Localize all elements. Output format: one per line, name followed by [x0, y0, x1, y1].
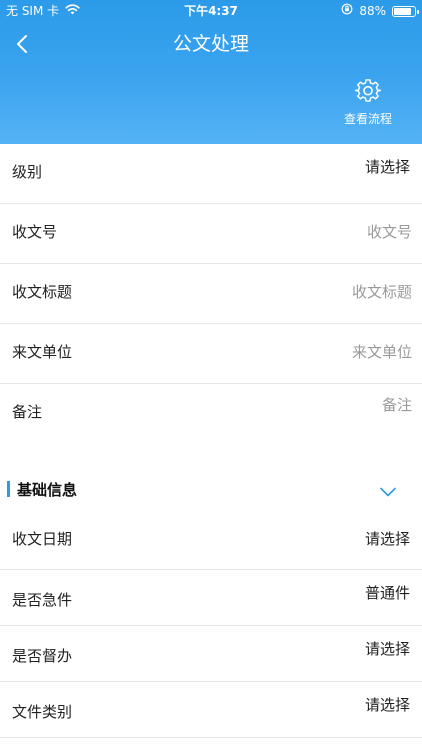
file-category-row[interactable]: 文件类别 请选择: [0, 682, 422, 738]
sender-unit-row: 来文单位 来文单位: [0, 324, 422, 384]
basic-info-title: 基础信息: [17, 481, 78, 499]
supervise-label: 是否督办: [12, 647, 73, 665]
section-gap: [0, 456, 422, 466]
receive-date-select[interactable]: 请选择: [365, 528, 410, 549]
urgent-label: 是否急件: [12, 591, 73, 609]
basic-info-header[interactable]: 基础信息: [0, 466, 422, 514]
document-form: 级别 请选择 收文号 收文号 收文标题 收文标题 来文单位 来文单位 备注 备注…: [0, 144, 422, 738]
doc-number-row: 收文号 收文号: [0, 204, 422, 264]
remark-input[interactable]: 备注: [382, 394, 412, 415]
receive-date-row[interactable]: 收文日期 请选择: [0, 514, 422, 570]
navigation-bar: 公文处理: [0, 22, 422, 66]
battery-text: 88%: [359, 4, 386, 18]
receive-date-label: 收文日期: [12, 530, 73, 548]
file-category-label: 文件类别: [12, 703, 73, 721]
remark-row: 备注 备注: [0, 384, 422, 456]
supervise-row[interactable]: 是否督办 请选择: [0, 626, 422, 682]
supervise-select[interactable]: 请选择: [365, 638, 410, 659]
level-row[interactable]: 级别 请选择: [0, 144, 422, 204]
status-bar: 无 SIM 卡 下午4:37 88%: [0, 0, 422, 22]
status-right: 88%: [341, 0, 419, 22]
remark-label: 备注: [12, 403, 43, 421]
doc-number-label: 收文号: [12, 223, 58, 241]
urgent-row[interactable]: 是否急件 普通件: [0, 570, 422, 626]
sender-unit-input[interactable]: 来文单位: [352, 324, 412, 380]
view-flow-label: 查看流程: [343, 112, 392, 126]
battery-icon: [392, 5, 419, 17]
level-label: 级别: [12, 163, 43, 181]
sender-unit-label: 来文单位: [12, 343, 73, 361]
urgent-select[interactable]: 普通件: [365, 582, 410, 603]
orientation-lock-icon: [341, 0, 353, 22]
chevron-down-icon[interactable]: [380, 482, 396, 501]
doc-number-input[interactable]: 收文号: [367, 204, 412, 260]
doc-title-input[interactable]: 收文标题: [352, 264, 412, 320]
view-flow-button[interactable]: 查看流程: [340, 78, 396, 127]
section-accent-bar: [7, 481, 10, 497]
page-title: 公文处理: [172, 33, 249, 55]
level-select[interactable]: 请选择: [365, 156, 410, 177]
gear-icon: [355, 79, 381, 102]
doc-title-row: 收文标题 收文标题: [0, 264, 422, 324]
file-category-select[interactable]: 请选择: [365, 694, 410, 715]
battery-fill: [394, 7, 411, 15]
header: 无 SIM 卡 下午4:37 88% 公文处理 查看流程: [0, 0, 422, 144]
doc-title-label: 收文标题: [12, 283, 73, 301]
